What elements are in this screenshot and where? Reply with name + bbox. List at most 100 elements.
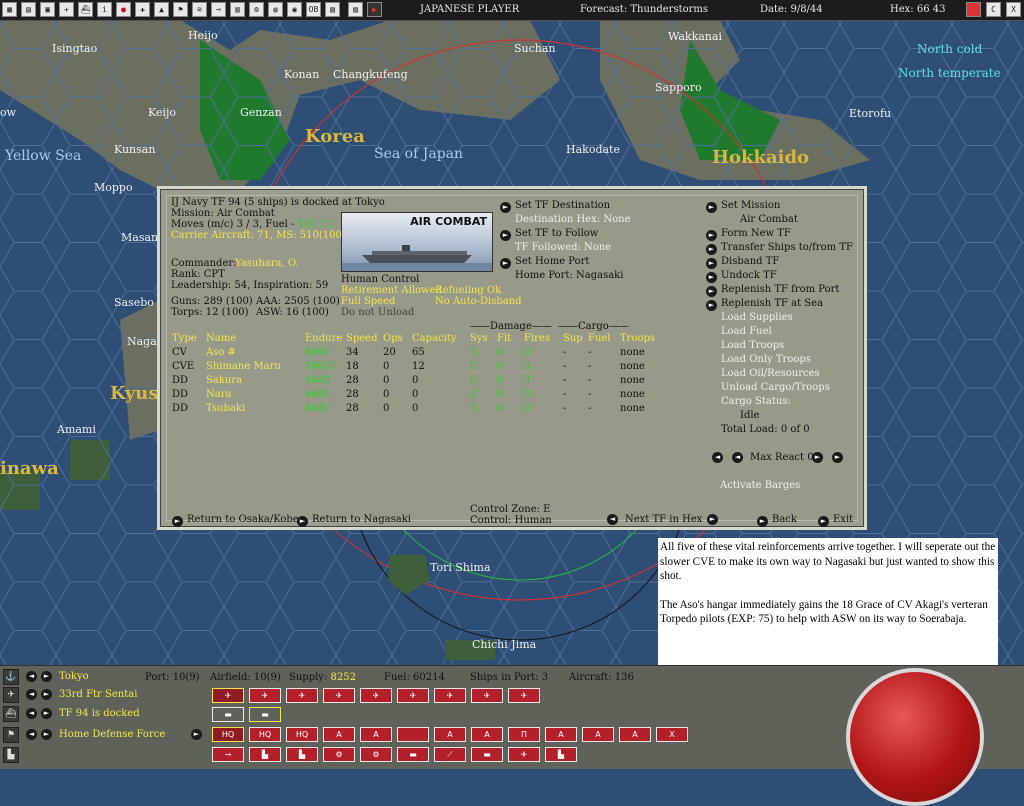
map-label-hakodate[interactable]: Hakodate <box>566 143 620 156</box>
map-label-heijo[interactable]: Heijo <box>188 29 218 42</box>
retirement-toggle[interactable]: Retirement Allowed <box>341 285 442 296</box>
ground-icon[interactable]: ▲ <box>154 2 169 17</box>
react-prev-icon[interactable]: ◄ <box>732 452 743 463</box>
map-icon[interactable]: ▦ <box>2 2 17 17</box>
commander-name[interactable]: Yasuhara, O. <box>235 258 299 269</box>
column-header-fuel[interactable]: Fuel <box>588 333 611 344</box>
map-label-wakkanai[interactable]: Wakkanai <box>668 30 722 43</box>
bridge-icon[interactable]: П <box>508 727 540 742</box>
aa-icon[interactable]: A <box>323 727 355 742</box>
plane-icon[interactable]: ✈ <box>397 688 429 703</box>
map-label-sapporo[interactable]: Sapporo <box>655 81 702 94</box>
map-label-mopporo[interactable]: Moppo <box>94 181 133 194</box>
tf-status[interactable]: TF 94 is docked <box>59 708 140 719</box>
human-control[interactable]: Human Control <box>341 274 419 285</box>
base-next-icon[interactable]: ► <box>41 671 52 682</box>
plane-icon[interactable]: ✈ <box>360 688 392 703</box>
map-label-north-temperate[interactable]: North temperate <box>898 66 1001 80</box>
column-header-sup[interactable]: Sup <box>563 333 583 344</box>
tf-cmd-transfer[interactable]: ► Transfer Ships to/from TF <box>706 242 853 255</box>
plane-icon[interactable]: ✈ <box>212 688 244 703</box>
plane-icon[interactable]: ✈ <box>471 688 503 703</box>
map-label-tori-shima[interactable]: Tori Shima <box>430 561 491 574</box>
ship-icon[interactable]: ▬ <box>471 747 503 762</box>
map-label-naga[interactable]: Naga <box>127 335 157 348</box>
hq-icon[interactable]: HQ <box>212 727 244 742</box>
set-follow-button[interactable]: ► Set TF to Follow <box>500 228 598 241</box>
unload-toggle[interactable]: Do not Unload <box>341 307 414 318</box>
japan-flag-icon[interactable]: ● <box>116 2 131 17</box>
map-label-hokkaido[interactable]: Hokkaido <box>712 147 809 168</box>
hq-prev-icon[interactable]: ◄ <box>26 729 37 740</box>
ship-icon[interactable]: ▬ <box>249 707 281 722</box>
air-prev-icon[interactable]: ◄ <box>26 689 37 700</box>
ship-name-cell[interactable]: Aso # <box>206 347 236 358</box>
play-icon[interactable]: ▶ <box>367 2 382 17</box>
tf-cmd-undock[interactable]: ► Undock TF <box>706 270 777 283</box>
aa-icon[interactable]: A <box>619 727 651 742</box>
base-prev-icon[interactable]: ◄ <box>26 671 37 682</box>
tf-cmd-disband[interactable]: ► Disband TF <box>706 256 779 269</box>
map-label-suchan[interactable]: Suchan <box>514 42 556 55</box>
ob-icon[interactable]: OB <box>306 2 321 17</box>
intel-icon[interactable]: ◉ <box>287 2 302 17</box>
tf-cmd-replenish-sea[interactable]: ► Replenish TF at Sea <box>706 298 823 311</box>
column-header-type[interactable]: Type <box>172 333 197 344</box>
column-header-ops[interactable]: Ops <box>383 333 403 344</box>
aa-icon[interactable]: A <box>545 727 577 742</box>
plane-icon[interactable]: ✈ <box>508 688 540 703</box>
factory-icon[interactable]: ▙ <box>286 747 318 762</box>
production-icon[interactable]: ⚙ <box>249 2 264 17</box>
x-icon[interactable]: X <box>656 727 688 742</box>
map-label-korea[interactable]: Korea <box>305 126 365 147</box>
tf-next-icon[interactable]: ► <box>41 708 52 719</box>
map-label-yellow-sea[interactable]: Yellow Sea <box>5 148 81 164</box>
tf-cmd-load-oil[interactable]: Load Oil/Resources <box>721 368 820 379</box>
plane-icon[interactable]: ✈ <box>286 688 318 703</box>
unit-icon[interactable]: ▤ <box>21 2 36 17</box>
globe-icon[interactable]: ◍ <box>268 2 283 17</box>
hq-name[interactable]: Home Defense Force <box>59 729 165 740</box>
ship-icon[interactable]: ▬ <box>397 747 429 762</box>
ship-name-cell[interactable]: Nara <box>206 389 231 400</box>
options-icon[interactable]: ▧ <box>325 2 340 17</box>
hq-next-icon[interactable]: ► <box>41 729 52 740</box>
info-icon[interactable]: i <box>97 2 112 17</box>
save-icon[interactable]: ▨ <box>348 2 363 17</box>
react-next-icon[interactable]: ► <box>812 452 823 463</box>
plane-icon[interactable]: ✈ <box>323 688 355 703</box>
truck-icon[interactable] <box>397 727 429 742</box>
speed-toggle[interactable]: Full Speed <box>341 296 395 307</box>
flag-icon[interactable]: ⚑ <box>173 2 188 17</box>
gear-icon[interactable]: ⚙ <box>360 747 392 762</box>
exit-button[interactable]: ► Exit <box>818 514 853 527</box>
flag-icon[interactable] <box>966 2 981 17</box>
close-icon[interactable]: X <box>1006 2 1021 17</box>
tf-cmd-load-only-troops[interactable]: Load Only Troops <box>721 354 811 365</box>
react-first-icon[interactable]: ◄ <box>712 452 723 463</box>
sub-icon[interactable]: ⊸ <box>211 2 226 17</box>
column-header-fires[interactable]: Fires <box>524 333 550 344</box>
column-header-endure[interactable]: Endure <box>305 333 342 344</box>
column-header-name[interactable]: Name <box>206 333 236 344</box>
activate-barges[interactable]: Activate Barges <box>720 480 800 491</box>
base-icon[interactable]: ▣ <box>40 2 55 17</box>
map-label-chichi-jima[interactable]: Chichi Jima <box>472 638 536 651</box>
map-label-north-cold[interactable]: North cold <box>917 42 982 56</box>
react-last-icon[interactable]: ► <box>832 452 843 463</box>
column-header-sys[interactable]: Sys <box>470 333 488 344</box>
c-icon[interactable]: C <box>986 2 1001 17</box>
map-label-sasebo[interactable]: Sasebo <box>114 296 154 309</box>
map-label-masan[interactable]: Masan <box>121 231 158 244</box>
hq-icon[interactable]: HQ <box>286 727 318 742</box>
map-label-ow[interactable]: ow <box>0 106 16 119</box>
tf-cmd-cargo-status[interactable]: Cargo Status: <box>721 396 791 407</box>
map-label-keijo[interactable]: Keijo <box>148 106 176 119</box>
prev-tf-icon[interactable]: ◄ <box>607 514 618 525</box>
aa-icon[interactable]: A <box>360 727 392 742</box>
plane-icon[interactable]: ✈ <box>434 688 466 703</box>
tf-cmd-form-new[interactable]: ► Form New TF <box>706 228 791 241</box>
plane-icon[interactable]: ✈ <box>249 688 281 703</box>
tf-cmd-load-fuel[interactable]: Load Fuel <box>721 326 772 337</box>
factory-icon[interactable]: ▙ <box>249 747 281 762</box>
